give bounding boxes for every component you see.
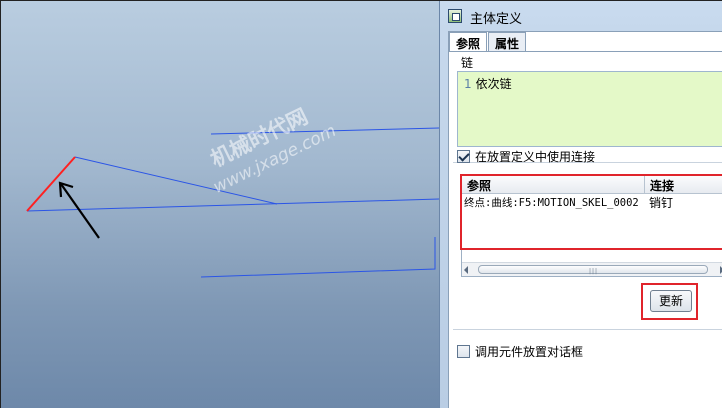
arrow-annotation — [60, 183, 100, 239]
window-title: 主体定义 — [470, 12, 523, 27]
horizontal-scrollbar[interactable]: ||| — [462, 262, 722, 276]
tab-properties[interactable]: 属性 — [488, 32, 527, 51]
selected-edge[interactable] — [26, 156, 76, 212]
body-definition-window: 主体定义 参照 属性 链 1 依次链 在放置定义中使用连接 参照 连接 终点:曲线… — [439, 1, 722, 408]
tab-divider — [449, 51, 722, 52]
dialog-client: 参照 属性 链 1 依次链 在放置定义中使用连接 参照 连接 终点:曲线:F5:M… — [448, 31, 722, 408]
curve-middle[interactable] — [26, 198, 439, 212]
tab-references[interactable]: 参照 — [449, 32, 488, 52]
chain-item-text: 依次链 — [475, 77, 512, 91]
scroll-thumb[interactable]: ||| — [478, 265, 708, 275]
use-connection-label: 在放置定义中使用连接 — [475, 150, 596, 164]
skeleton-curves — [26, 127, 439, 278]
column-header-reference[interactable]: 参照 — [462, 176, 645, 193]
section-divider-bottom — [453, 329, 722, 330]
chain-collector[interactable]: 1 依次链 — [457, 71, 722, 147]
chain-item[interactable]: 1 依次链 — [464, 75, 512, 92]
table-row[interactable]: 终点:曲线:F5:MOTION_SKEL_0002 销钉 — [462, 195, 722, 211]
app-icon — [448, 9, 462, 23]
chain-item-number: 1 — [464, 77, 472, 91]
cell-reference[interactable]: 终点:曲线:F5:MOTION_SKEL_0002 — [462, 195, 645, 211]
cell-connection[interactable]: 销钉 — [645, 195, 673, 211]
update-button[interactable]: 更新 — [650, 290, 692, 312]
column-header-connection[interactable]: 连接 — [645, 176, 679, 193]
invoke-dialog-row[interactable]: 调用元件放置对话框 — [457, 343, 583, 360]
use-connection-checkbox[interactable] — [457, 150, 470, 163]
invoke-dialog-label: 调用元件放置对话框 — [475, 345, 584, 359]
scroll-left-icon[interactable] — [464, 266, 468, 274]
table-header: 参照 连接 — [462, 176, 722, 194]
title-bar[interactable]: 主体定义 — [440, 1, 722, 31]
connection-table: 参照 连接 终点:曲线:F5:MOTION_SKEL_0002 销钉 ||| — [461, 175, 722, 277]
use-connection-row[interactable]: 在放置定义中使用连接 — [457, 148, 595, 165]
invoke-dialog-checkbox[interactable] — [457, 345, 470, 358]
tab-bar: 参照 属性 — [449, 32, 527, 52]
graphics-viewport[interactable]: 机械时代网 www.jxage.com — [1, 1, 439, 408]
curve-bottom[interactable] — [200, 237, 436, 278]
chain-label: 链 — [461, 56, 474, 70]
grip-icon: ||| — [589, 268, 599, 275]
